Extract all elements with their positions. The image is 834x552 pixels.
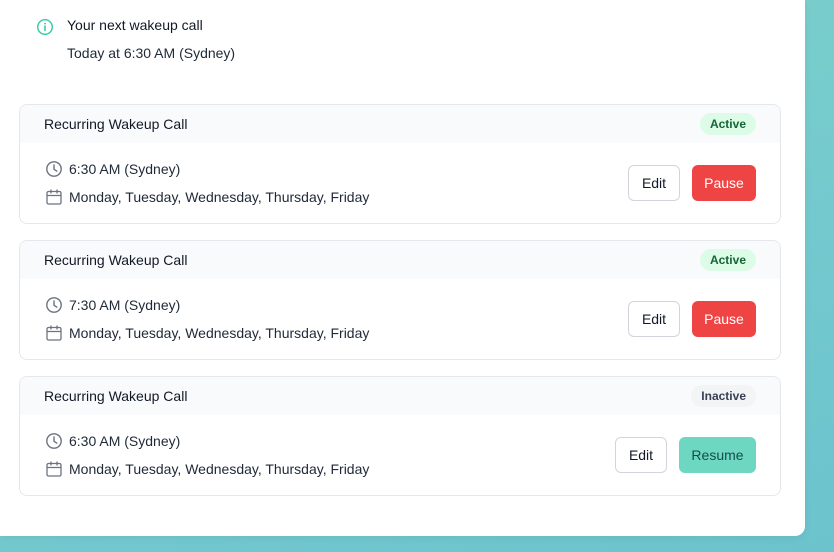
status-badge: Inactive	[691, 385, 756, 407]
resume-button[interactable]: Resume	[679, 437, 756, 473]
edit-button[interactable]: Edit	[628, 301, 680, 337]
call-days-text: Monday, Tuesday, Wednesday, Thursday, Fr…	[69, 325, 370, 341]
main-panel: Your next wakeup call Today at 6:30 AM (…	[0, 0, 805, 536]
call-days-text: Monday, Tuesday, Wednesday, Thursday, Fr…	[69, 461, 370, 477]
card-header: Recurring Wakeup Call Active	[20, 105, 780, 143]
wakeup-card: Recurring Wakeup Call Inactive 6:30 AM (…	[19, 376, 781, 496]
edit-button[interactable]: Edit	[615, 437, 667, 473]
status-badge: Active	[699, 249, 756, 271]
card-title: Recurring Wakeup Call	[44, 116, 188, 132]
next-call-title: Your next wakeup call	[67, 17, 203, 33]
wakeup-card: Recurring Wakeup Call Active 6:30 AM (Sy…	[19, 104, 781, 224]
card-title: Recurring Wakeup Call	[44, 388, 188, 404]
pause-button[interactable]: Pause	[692, 165, 756, 201]
card-title: Recurring Wakeup Call	[44, 252, 188, 268]
clock-icon	[46, 433, 62, 449]
pause-button[interactable]: Pause	[692, 301, 756, 337]
edit-button[interactable]: Edit	[628, 165, 680, 201]
call-days-text: Monday, Tuesday, Wednesday, Thursday, Fr…	[69, 189, 370, 205]
clock-icon	[46, 297, 62, 313]
calendar-icon	[46, 461, 62, 477]
call-time-text: 6:30 AM (Sydney)	[69, 433, 181, 449]
status-badge: Active	[699, 113, 756, 135]
card-header: Recurring Wakeup Call Active	[20, 241, 780, 279]
info-icon	[36, 18, 54, 36]
call-time-text: 6:30 AM (Sydney)	[69, 161, 181, 177]
call-time-text: 7:30 AM (Sydney)	[69, 297, 181, 313]
next-call-time: Today at 6:30 AM (Sydney)	[67, 45, 236, 61]
card-header: Recurring Wakeup Call Inactive	[20, 377, 780, 415]
wakeup-card: Recurring Wakeup Call Active 7:30 AM (Sy…	[19, 240, 781, 360]
clock-icon	[46, 161, 62, 177]
calendar-icon	[46, 325, 62, 341]
calendar-icon	[46, 189, 62, 205]
